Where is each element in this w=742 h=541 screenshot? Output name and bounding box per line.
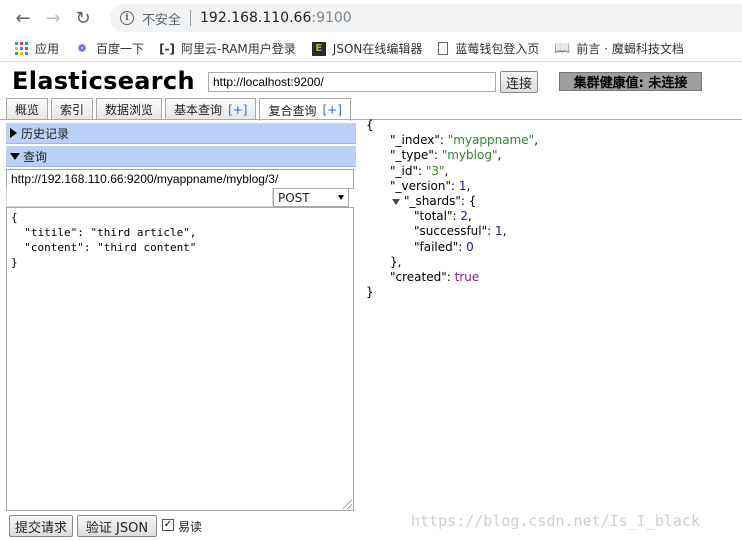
json-key: "_index": [390, 133, 440, 148]
bookmark-aliyun[interactable]: [-] 阿里云-RAM用户登录: [159, 40, 296, 57]
baidu-paw-icon: ❁: [77, 42, 87, 55]
cluster-health-badge: 集群健康值: 未连接: [559, 72, 702, 91]
forward-arrow-icon[interactable]: →: [38, 3, 68, 33]
address-bar[interactable]: i 不安全 192.168.110.66:9100: [110, 4, 742, 32]
json-key: "total": [414, 209, 453, 224]
json-boolean: true: [454, 270, 480, 285]
json-string: "3": [425, 163, 445, 178]
json-number: 2: [460, 209, 468, 224]
aliyun-icon: [-]: [159, 41, 176, 56]
json-key: "_version": [390, 178, 451, 193]
json-line: }: [366, 285, 374, 300]
watermark: https://blog.csdn.net/Is_I_black: [411, 512, 700, 530]
request-path-input[interactable]: [6, 169, 354, 189]
tab-label: 索引: [60, 103, 85, 117]
tab-compound-query[interactable]: 复合查询 [+]: [259, 98, 351, 121]
json-line: {: [366, 118, 374, 132]
readable-checkbox[interactable]: ✓: [162, 519, 174, 531]
resize-grip-icon[interactable]: [343, 500, 352, 509]
json-number: 1: [495, 224, 503, 239]
bookmark-label: 百度一下: [96, 42, 145, 56]
info-icon[interactable]: i: [120, 11, 134, 25]
tab-basic-query[interactable]: 基本查询 [+]: [165, 98, 257, 120]
json-key: "_id": [390, 163, 418, 178]
tab-label: 复合查询: [268, 103, 317, 118]
collapse-triangle-icon: [10, 152, 20, 160]
history-section-header[interactable]: 历史记录: [6, 123, 356, 144]
book-icon: 📖: [554, 41, 571, 56]
back-arrow-icon[interactable]: ←: [8, 3, 38, 33]
tab-label: 基本查询: [174, 103, 223, 117]
json-key: "_type": [390, 148, 434, 163]
validate-json-button[interactable]: 验证 JSON: [77, 515, 157, 537]
expand-triangle-icon: [10, 128, 17, 138]
method-row-spacer: [6, 188, 273, 207]
tab-indices[interactable]: 索引: [51, 98, 94, 120]
bookmark-label: 应用: [35, 42, 60, 56]
url-host: 192.168.110.66: [200, 10, 312, 26]
json-string: "myappname": [447, 133, 535, 148]
bookmarks-bar: 应用 ❁ 百度一下 [-] 阿里云-RAM用户登录 E JSON在线编辑器 蓝莓…: [0, 36, 742, 62]
tab-overview[interactable]: 概览: [6, 98, 49, 120]
omnibox-divider: [190, 10, 192, 26]
json-key: "failed": [414, 239, 459, 254]
security-label: 不安全: [142, 12, 182, 28]
json-line: },: [390, 254, 402, 269]
url-port: :9100: [311, 10, 352, 26]
readable-label: 易读: [178, 520, 203, 534]
json-line: "created": true: [390, 270, 480, 285]
bookmark-json-editor[interactable]: E JSON在线编辑器: [311, 40, 423, 57]
bookmark-label: 前言 · 魔蝎科技文档: [576, 42, 684, 56]
json-line: "_version": 1,: [390, 178, 471, 193]
connect-button[interactable]: 连接: [500, 71, 538, 93]
bookmark-label: 阿里云-RAM用户登录: [181, 42, 296, 56]
request-body-textarea[interactable]: { "titile": "third article", "content": …: [6, 207, 354, 511]
tab-add-link[interactable]: [+]: [228, 103, 247, 117]
method-value: POST: [278, 190, 310, 205]
json-line: "_type": "myblog",: [390, 148, 502, 163]
submit-request-button[interactable]: 提交请求: [9, 515, 73, 537]
json-line: "failed": 0: [414, 239, 474, 254]
tab-label: 数据浏览: [105, 103, 154, 117]
history-label: 历史记录: [21, 126, 70, 141]
tab-browser[interactable]: 数据浏览: [96, 98, 163, 120]
main-tabs: 概览 索引 数据浏览 基本查询 [+] 复合查询 [+]: [6, 98, 354, 121]
json-line: "_index": "myappname",: [390, 133, 539, 148]
json-line: "successful": 1,: [414, 224, 507, 239]
connection-url-input[interactable]: [208, 72, 496, 92]
tab-label: 概览: [15, 103, 40, 117]
bookmark-moxie[interactable]: 📖 前言 · 魔蝎科技文档: [554, 40, 684, 57]
json-line: "total": 2,: [414, 209, 472, 224]
json-e-icon: E: [311, 41, 326, 56]
collapse-triangle-icon[interactable]: [392, 198, 400, 205]
json-string: "myblog": [441, 148, 498, 163]
page-icon: [438, 42, 449, 55]
json-key: "successful": [414, 224, 488, 239]
json-number: 0: [466, 239, 474, 254]
json-key: "created": [390, 270, 447, 285]
json-line: "_id": "3",: [390, 163, 449, 178]
json-number: 1: [458, 178, 467, 193]
bookmark-lanmei[interactable]: 蓝莓钱包登入页: [438, 40, 539, 57]
apps-grid-icon: [14, 41, 28, 56]
bookmark-label: 蓝莓钱包登入页: [455, 42, 540, 56]
bookmark-baidu[interactable]: ❁ 百度一下: [75, 40, 144, 57]
response-json: { "_index": "myappname", "_type": "myblo…: [366, 118, 736, 300]
json-key: "_shards": [404, 194, 461, 209]
dropdown-caret-icon: [338, 195, 344, 200]
query-section-header[interactable]: 查询: [6, 146, 356, 167]
app-title: Elasticsearch: [12, 67, 195, 95]
bookmark-apps[interactable]: 应用: [14, 40, 59, 57]
bookmark-label: JSON在线编辑器: [332, 42, 423, 56]
query-label: 查询: [23, 149, 48, 164]
reload-icon[interactable]: ↻: [68, 3, 98, 33]
http-method-select[interactable]: POST: [273, 188, 349, 207]
json-line: "_shards": {: [366, 194, 736, 209]
tab-add-link[interactable]: [+]: [323, 103, 342, 117]
